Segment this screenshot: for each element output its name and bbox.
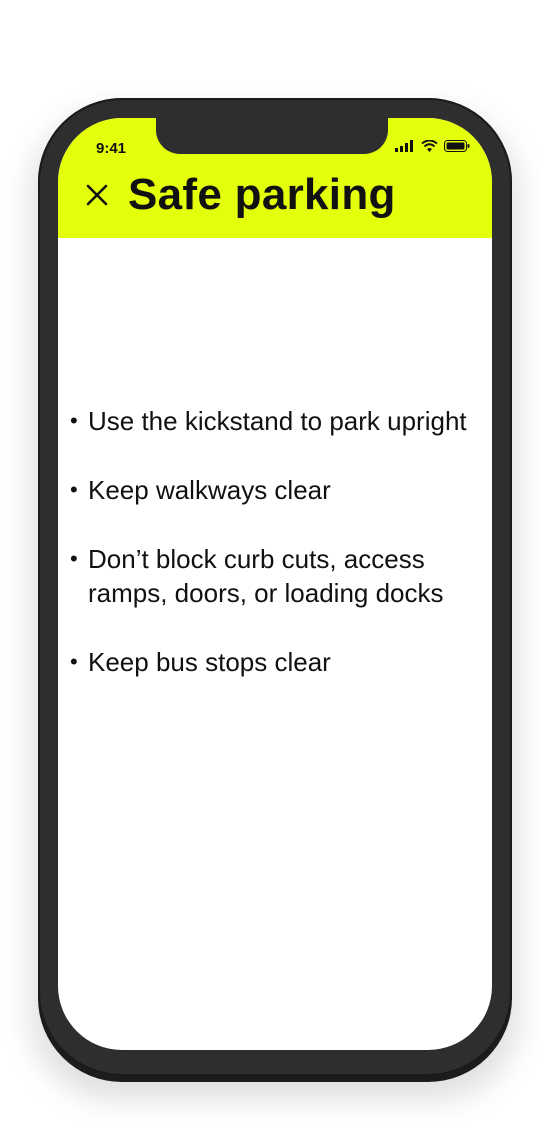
bullet: • bbox=[70, 546, 78, 571]
wifi-icon bbox=[421, 140, 438, 152]
guideline-item-curb-cuts: • Don’t block curb cuts, access ramps, d… bbox=[70, 542, 480, 610]
mockup-stage: 9:41 Safe parking • Use the kickstand to… bbox=[0, 0, 540, 1136]
bullet: • bbox=[70, 649, 78, 674]
guideline-text: Keep walkways clear bbox=[88, 475, 331, 505]
phone-notch bbox=[156, 118, 388, 154]
guideline-text: Use the kickstand to park upright bbox=[88, 406, 467, 436]
status-time: 9:41 bbox=[96, 140, 127, 157]
guideline-text: Don’t block curb cuts, access ramps, doo… bbox=[88, 544, 444, 608]
bullet: • bbox=[70, 477, 78, 502]
guidelines-list: • Use the kickstand to park upright • Ke… bbox=[70, 404, 480, 714]
phone-frame: 9:41 Safe parking • Use the kickstand to… bbox=[38, 98, 512, 1076]
close-icon bbox=[86, 184, 108, 206]
battery-icon bbox=[444, 140, 470, 152]
guideline-item-walkways: • Keep walkways clear bbox=[70, 473, 480, 507]
guideline-item-bus-stops: • Keep bus stops clear bbox=[70, 645, 480, 679]
header-bar: 9:41 Safe parking bbox=[58, 118, 492, 238]
bullet: • bbox=[70, 408, 78, 433]
status-icons bbox=[395, 140, 470, 152]
guideline-item-kickstand: • Use the kickstand to park upright bbox=[70, 404, 480, 438]
close-button[interactable] bbox=[82, 180, 112, 210]
phone-screen: 9:41 Safe parking • Use the kickstand to… bbox=[58, 118, 492, 1050]
page-title: Safe parking bbox=[128, 170, 396, 219]
guideline-text: Keep bus stops clear bbox=[88, 647, 331, 677]
signal-icon bbox=[395, 140, 413, 152]
